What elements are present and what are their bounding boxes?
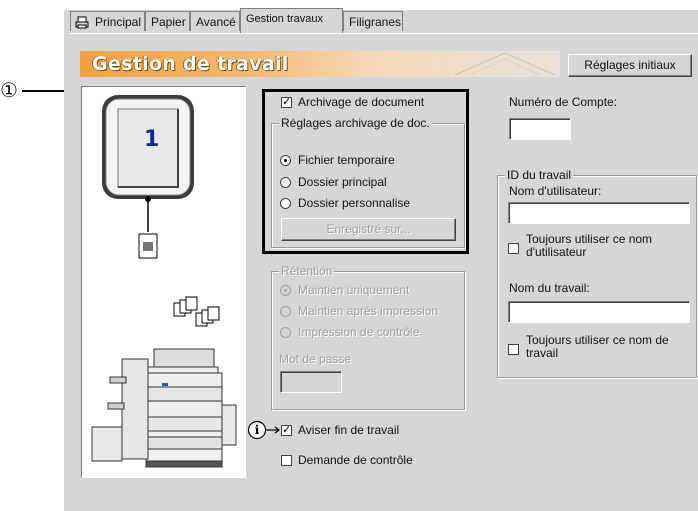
job-name-field[interactable] bbox=[508, 301, 690, 323]
always-username-checkbox[interactable] bbox=[508, 243, 519, 254]
tab-avance[interactable]: Avancé bbox=[190, 11, 240, 31]
retention-title: Rétention bbox=[279, 264, 335, 278]
callout-marker: ① bbox=[0, 78, 18, 102]
username-label: Nom d'utilisateur: bbox=[509, 184, 602, 198]
archive-checkbox[interactable] bbox=[281, 95, 292, 108]
tab-filigranes-label: Filigranes bbox=[349, 15, 402, 29]
tab-papier[interactable]: Papier bbox=[145, 11, 190, 31]
check-request-label: Demande de contrôle bbox=[298, 453, 413, 467]
archive-settings-title: Réglages archivage de doc. bbox=[279, 116, 432, 130]
tab-avance-label: Avancé bbox=[196, 15, 236, 29]
svg-text:i: i bbox=[255, 423, 260, 437]
reset-defaults-button[interactable]: Réglages initiaux bbox=[568, 54, 692, 77]
tab-gestion-travaux[interactable]: Gestion travaux bbox=[240, 8, 343, 33]
radio-dossier-personnalise[interactable] bbox=[280, 198, 291, 209]
info-icon: i bbox=[247, 420, 281, 440]
radio-dossier-principal-label: Dossier principal bbox=[298, 175, 387, 189]
radio-maintien-apres-impression[interactable] bbox=[280, 306, 291, 317]
password-field[interactable] bbox=[280, 371, 342, 393]
password-label: Mot de passe bbox=[279, 352, 352, 366]
tab-papier-label: Papier bbox=[151, 15, 186, 29]
saved-location-button[interactable]: Enregistré sur... bbox=[281, 218, 456, 241]
reset-defaults-label: Réglages initiaux bbox=[584, 58, 676, 72]
radio-impression-controle-label: Impression de contrôle bbox=[298, 325, 420, 339]
radio-fichier-temporaire-label: Fichier temporaire bbox=[298, 153, 395, 167]
job-id-title: ID du travail bbox=[505, 168, 574, 182]
radio-dossier-principal[interactable] bbox=[280, 177, 291, 188]
radio-maintien-uniquement-label: Maintien uniquement bbox=[298, 283, 410, 297]
section-banner: Gestion de travail bbox=[80, 51, 560, 77]
radio-maintien-apres-impression-label: Maintien après impression bbox=[298, 304, 439, 318]
tab-filigranes[interactable]: Filigranes bbox=[343, 11, 403, 31]
always-username-label: Toujours utiliser ce nom d'utilisateur bbox=[526, 232, 653, 259]
notify-end-label: Aviser fin de travail bbox=[298, 423, 400, 437]
radio-fichier-temporaire[interactable] bbox=[280, 155, 291, 166]
radio-impression-controle[interactable] bbox=[280, 327, 291, 338]
account-number-label: Numéro de Compte: bbox=[509, 95, 618, 109]
tab-principal-label: Principal bbox=[95, 15, 142, 29]
always-job-name-checkbox[interactable] bbox=[508, 344, 519, 355]
archive-checkbox-label: Archivage de document bbox=[298, 95, 425, 109]
always-job-name-label: Toujours utiliser ce nom de travail bbox=[526, 333, 669, 360]
banner-title: Gestion de travail bbox=[92, 53, 289, 75]
preview-panel: 1 bbox=[81, 86, 246, 478]
tab-strip-line bbox=[70, 33, 698, 34]
notify-end-checkbox[interactable] bbox=[281, 423, 292, 436]
banner-decoration bbox=[454, 52, 556, 76]
account-number-field[interactable] bbox=[509, 118, 571, 140]
preview-page-number: 1 bbox=[144, 127, 160, 152]
saved-location-label: Enregistré sur... bbox=[326, 222, 411, 236]
tab-gestion-travaux-label: Gestion travaux bbox=[246, 13, 324, 25]
job-name-label: Nom du travail: bbox=[509, 281, 590, 295]
tab-principal[interactable]: Principal bbox=[70, 11, 145, 31]
check-request-checkbox[interactable] bbox=[281, 455, 292, 466]
document-flow-illustration bbox=[91, 95, 237, 468]
printer-icon bbox=[75, 15, 89, 29]
username-field[interactable] bbox=[508, 202, 690, 224]
radio-maintien-uniquement[interactable] bbox=[280, 285, 291, 296]
radio-dossier-personnalise-label: Dossier personnalise bbox=[298, 196, 411, 210]
